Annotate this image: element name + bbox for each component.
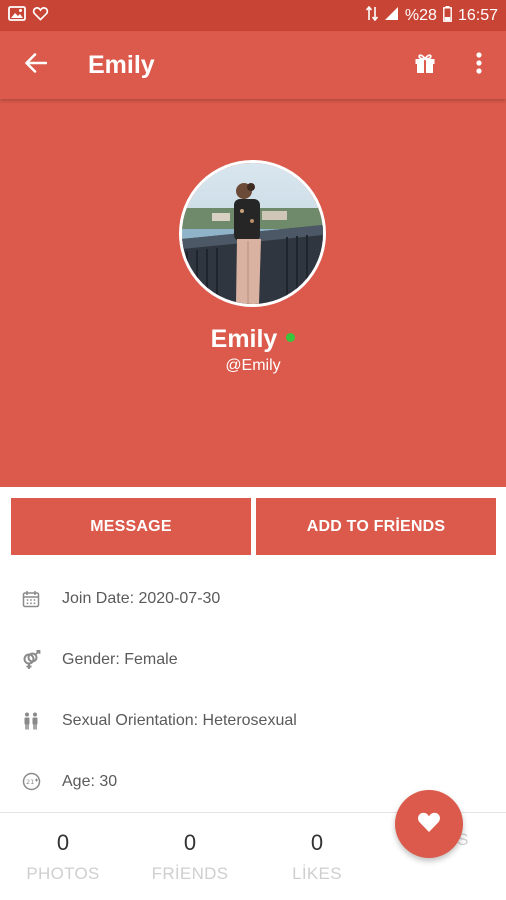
more-options-button[interactable] <box>452 31 506 99</box>
profile-header: Emily @Emily <box>0 99 506 487</box>
gender-text: Gender: Female <box>62 650 178 668</box>
stat-friends[interactable]: 0 FRİENDS <box>127 813 253 900</box>
age-text: Age: 30 <box>62 772 118 790</box>
battery-icon <box>443 5 452 26</box>
gift-icon <box>414 52 436 79</box>
stat-likes-label: LİKES <box>292 864 342 883</box>
online-status-indicator <box>286 333 296 342</box>
orientation-text: Sexual Orientation: Heterosexual <box>62 711 297 729</box>
stat-friends-label: FRİENDS <box>151 864 229 883</box>
couple-icon <box>0 712 62 730</box>
battery-text: %28 <box>404 6 437 24</box>
signal-icon <box>384 6 399 25</box>
status-right: %28 16:57 <box>365 5 498 26</box>
arrow-back-icon <box>25 52 48 78</box>
message-button[interactable]: MESSAGE <box>11 498 251 555</box>
data-arrows-icon <box>365 5 379 25</box>
stat-likes-count: 0 <box>310 830 324 855</box>
clock-text: 16:57 <box>457 6 498 24</box>
stat-likes[interactable]: 0 LİKES <box>254 813 380 900</box>
stat-friends-count: 0 <box>183 830 197 855</box>
age-icon: 21 <box>0 772 62 791</box>
profile-info-list: Join Date: 2020-07-30 Gender: Female Sex… <box>0 568 506 812</box>
status-bar: %28 16:57 <box>0 0 506 31</box>
status-left <box>8 5 49 26</box>
back-button[interactable] <box>0 31 72 99</box>
profile-name-row: Emily <box>0 325 506 354</box>
more-vert-icon <box>476 51 482 79</box>
join-date-text: Join Date: 2020-07-30 <box>62 589 221 607</box>
info-row-gender: Gender: Female <box>0 629 506 690</box>
info-row-join-date: Join Date: 2020-07-30 <box>0 568 506 629</box>
heart-outline-icon <box>32 6 49 26</box>
add-to-friends-button[interactable]: ADD TO FRİENDS <box>256 498 496 555</box>
profile-name: Emily <box>210 325 278 353</box>
avatar[interactable] <box>179 160 326 307</box>
gender-icon <box>0 649 62 670</box>
app-bar: Emily <box>0 31 506 99</box>
gift-button[interactable] <box>398 31 452 99</box>
stat-photos[interactable]: 0 PHOTOS <box>0 813 126 900</box>
heart-icon <box>416 810 442 838</box>
like-fab-button[interactable] <box>395 790 463 858</box>
info-row-orientation: Sexual Orientation: Heterosexual <box>0 690 506 751</box>
stat-photos-count: 0 <box>56 830 70 855</box>
action-buttons: MESSAGE ADD TO FRİENDS <box>0 488 506 568</box>
svg-text:21: 21 <box>26 778 34 786</box>
image-icon <box>8 5 26 26</box>
calendar-icon <box>0 590 62 608</box>
avatar-photo <box>182 163 323 304</box>
page-title: Emily <box>88 50 155 79</box>
stat-photos-label: PHOTOS <box>26 864 100 883</box>
profile-username: @Emily <box>225 357 281 374</box>
